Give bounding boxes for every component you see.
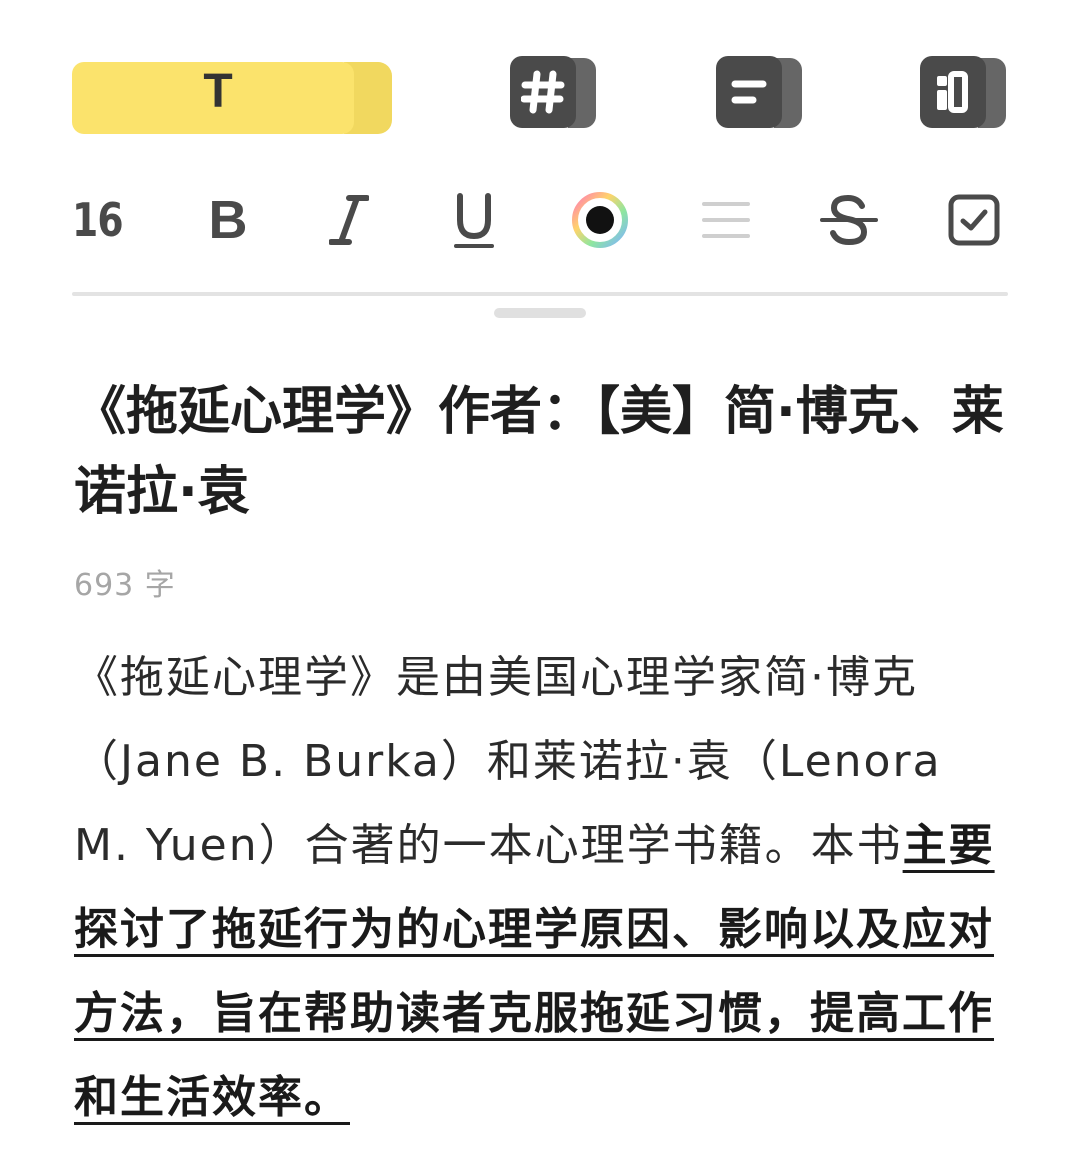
text-mode-tab[interactable]: T [72, 56, 394, 136]
checkbox-button[interactable] [944, 170, 1004, 270]
note-title[interactable]: 《拖延心理学》作者：【美】简·博克、莱诺拉·袁 [74, 372, 1014, 532]
format-toolbar: 16 B [0, 170, 1080, 270]
layout-icon [937, 71, 968, 113]
note-body-text: 《拖延心理学》是由美国心理学家简·博克（Jane B. Burka）和莱诺拉·袁… [74, 652, 942, 871]
font-size-selector[interactable]: 16 [72, 170, 124, 270]
italic-icon [329, 195, 369, 245]
strikethrough-icon [820, 194, 878, 246]
text-color-button[interactable] [570, 170, 630, 270]
underline-icon [454, 193, 494, 248]
checkbox-icon [948, 194, 1000, 246]
strikethrough-button[interactable] [818, 170, 880, 270]
list-icon [702, 202, 750, 238]
align-left-icon [731, 80, 767, 104]
layout-mode-tab[interactable] [920, 56, 1008, 132]
drag-handle[interactable] [494, 308, 586, 318]
list-button[interactable] [696, 170, 756, 270]
color-picker-icon [572, 192, 628, 248]
note-body[interactable]: 《拖延心理学》是由美国心理学家简·博克（Jane B. Burka）和莱诺拉·袁… [74, 636, 1004, 1140]
paragraph-mode-tab[interactable] [716, 56, 804, 132]
word-count: 693 字 [74, 568, 176, 603]
tag-mode-tab[interactable] [510, 56, 598, 132]
mode-toolbar: T [0, 0, 1080, 150]
italic-button[interactable] [324, 170, 374, 270]
hash-icon [521, 70, 565, 114]
bold-button[interactable]: B [200, 170, 256, 270]
toolbar-divider [72, 292, 1008, 296]
underline-button[interactable] [446, 170, 502, 270]
text-mode-label: T [203, 65, 233, 118]
